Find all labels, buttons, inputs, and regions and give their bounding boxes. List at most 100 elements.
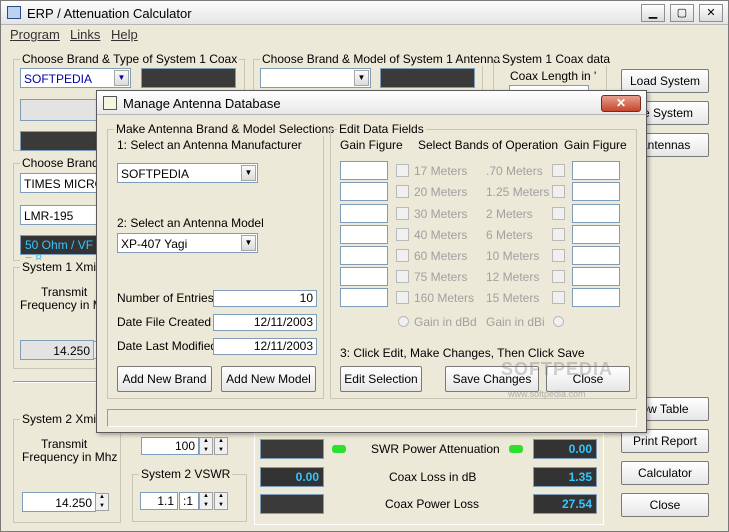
coax-loss-label: Coax Loss in dB bbox=[389, 470, 477, 484]
modified-label: Date Last Modified bbox=[117, 339, 218, 353]
swr-value: 0.00 bbox=[533, 439, 597, 459]
coax-loss-left: 0.00 bbox=[260, 467, 324, 487]
band-checkbox[interactable] bbox=[396, 207, 409, 220]
entries-label: Number of Entries bbox=[117, 291, 214, 305]
vswr-spinner-a[interactable] bbox=[199, 492, 213, 510]
xmit2-freq-spinner[interactable] bbox=[95, 493, 109, 511]
band-checkbox[interactable] bbox=[552, 249, 565, 262]
band-label: 40 Meters bbox=[414, 228, 468, 242]
sys1-antenna-select[interactable]: ▼ bbox=[260, 68, 371, 88]
band-label: 1.25 Meters bbox=[486, 185, 550, 199]
gain-left-field[interactable] bbox=[340, 182, 388, 201]
add-brand-button[interactable]: Add New Brand bbox=[117, 366, 212, 392]
band-checkbox[interactable] bbox=[552, 164, 565, 177]
vswr-a-field[interactable]: 1.1 bbox=[140, 492, 178, 510]
step2-label: 2: Select an Antenna Model bbox=[117, 216, 264, 230]
gain-left-field[interactable] bbox=[340, 246, 388, 265]
step1-label: 1: Select an Antenna Manufacturer bbox=[117, 138, 302, 152]
coax-type-field[interactable]: LMR-195 bbox=[20, 205, 100, 225]
gain-figure-left-header: Gain Figure bbox=[340, 138, 403, 152]
gain-right-field[interactable] bbox=[572, 288, 620, 307]
model-select[interactable]: XP-407 Yagi ▼ bbox=[117, 233, 258, 253]
gain-left-field[interactable] bbox=[340, 267, 388, 286]
maximize-icon[interactable]: ▢ bbox=[670, 4, 694, 22]
title-bar: ERP / Attenuation Calculator ▁ ▢ ✕ bbox=[1, 1, 728, 25]
sys1-coax-brand-select[interactable]: SOFTPEDIA ▼ bbox=[20, 68, 131, 88]
swr-left-display bbox=[260, 439, 324, 459]
band-checkbox[interactable] bbox=[552, 207, 565, 220]
swr-power-label: SWR Power Attenuation bbox=[371, 442, 500, 456]
coax-length-2-spinner-b[interactable] bbox=[214, 437, 228, 455]
band-checkbox[interactable] bbox=[552, 291, 565, 304]
window-title: ERP / Attenuation Calculator bbox=[27, 6, 192, 21]
dialog-title: Manage Antenna Database bbox=[123, 96, 281, 111]
band-checkbox[interactable] bbox=[396, 228, 409, 241]
created-label: Date File Created bbox=[117, 315, 212, 329]
bands-header: Select Bands of Operation bbox=[418, 138, 559, 152]
gain-dbd-label: Gain in dBd bbox=[414, 315, 477, 329]
close-icon[interactable]: ✕ bbox=[699, 4, 723, 22]
gain-right-field[interactable] bbox=[572, 204, 620, 223]
band-checkbox[interactable] bbox=[552, 270, 565, 283]
chevron-down-icon: ▼ bbox=[114, 70, 129, 86]
vswr-spinner-b[interactable] bbox=[214, 492, 228, 510]
gain-dbd-radio[interactable] bbox=[398, 316, 409, 327]
gain-right-field[interactable] bbox=[572, 225, 620, 244]
gain-right-field[interactable] bbox=[572, 161, 620, 180]
sys1-coax-legend: Choose Brand & Type of System 1 Coax bbox=[20, 52, 240, 66]
band-checkbox[interactable] bbox=[396, 270, 409, 283]
add-model-button[interactable]: Add New Model bbox=[221, 366, 316, 392]
xmit2-label-frequency: Frequency in Mhz bbox=[22, 450, 118, 464]
close-button[interactable]: Close bbox=[621, 493, 709, 517]
vswr2-legend: System 2 VSWR bbox=[139, 467, 233, 481]
wrench-icon bbox=[103, 96, 117, 110]
edit-selection-button[interactable]: Edit Selection bbox=[340, 366, 422, 392]
coax-length-2-spinner-a[interactable] bbox=[199, 437, 213, 455]
calculator-button[interactable]: Calculator bbox=[621, 461, 709, 485]
menu-program[interactable]: Program bbox=[10, 27, 60, 42]
band-label: .70 Meters bbox=[486, 164, 543, 178]
xmit2-label-transmit: Transmit bbox=[41, 437, 88, 451]
created-field: 12/11/2003 bbox=[213, 314, 317, 331]
gain-left-field[interactable] bbox=[340, 225, 388, 244]
sys1-coax-brand-value: SOFTPEDIA bbox=[24, 72, 93, 86]
xmit1-label-transmit: Transmit bbox=[41, 285, 88, 299]
chevron-down-icon: ▼ bbox=[241, 235, 256, 251]
sys1-coax-gray-box bbox=[20, 99, 100, 121]
manufacturer-select[interactable]: SOFTPEDIA ▼ bbox=[117, 163, 258, 183]
gain-left-field[interactable] bbox=[340, 288, 388, 307]
gain-left-field[interactable] bbox=[340, 161, 388, 180]
gain-right-field[interactable] bbox=[572, 246, 620, 265]
gain-left-field[interactable] bbox=[340, 204, 388, 223]
gain-dbi-radio[interactable] bbox=[553, 316, 564, 327]
softpedia-watermark-url: www.softpedia.com bbox=[508, 389, 586, 399]
modified-field: 12/11/2003 bbox=[213, 338, 317, 355]
dialog-close-icon[interactable]: ✕ bbox=[601, 95, 641, 112]
divider bbox=[13, 381, 103, 383]
menu-links[interactable]: Links bbox=[70, 27, 100, 42]
gain-right-field[interactable] bbox=[572, 182, 620, 201]
band-checkbox[interactable] bbox=[396, 164, 409, 177]
band-checkbox[interactable] bbox=[552, 185, 565, 198]
gain-right-field[interactable] bbox=[572, 267, 620, 286]
band-checkbox[interactable] bbox=[552, 228, 565, 241]
manufacturer-value: SOFTPEDIA bbox=[121, 167, 190, 181]
gain-figure-right-header: Gain Figure bbox=[564, 138, 627, 152]
minimize-icon[interactable]: ▁ bbox=[641, 4, 665, 22]
brand-field[interactable]: TIMES MICROV bbox=[20, 173, 100, 193]
band-label: 12 Meters bbox=[486, 270, 540, 284]
sys1-coax-data-legend: System 1 Coax data bbox=[500, 52, 613, 66]
band-checkbox[interactable] bbox=[396, 249, 409, 262]
sys1-coax-display bbox=[141, 68, 236, 88]
band-label: 60 Meters bbox=[414, 249, 468, 263]
vswr-b-field[interactable]: :1 bbox=[179, 492, 199, 510]
band-checkbox[interactable] bbox=[396, 185, 409, 198]
edit-data-legend: Edit Data Fields bbox=[337, 122, 426, 136]
menu-help[interactable]: Help bbox=[111, 27, 138, 42]
menu-bar: Program Links Help bbox=[1, 26, 728, 44]
band-checkbox[interactable] bbox=[396, 291, 409, 304]
xmit2-freq-field[interactable]: 14.250 bbox=[22, 492, 96, 512]
xmit1-freq-field[interactable]: 14.250 bbox=[20, 340, 94, 360]
coax-length-2-field[interactable]: 100 bbox=[141, 437, 199, 455]
sys1-antenna-display bbox=[380, 68, 475, 88]
